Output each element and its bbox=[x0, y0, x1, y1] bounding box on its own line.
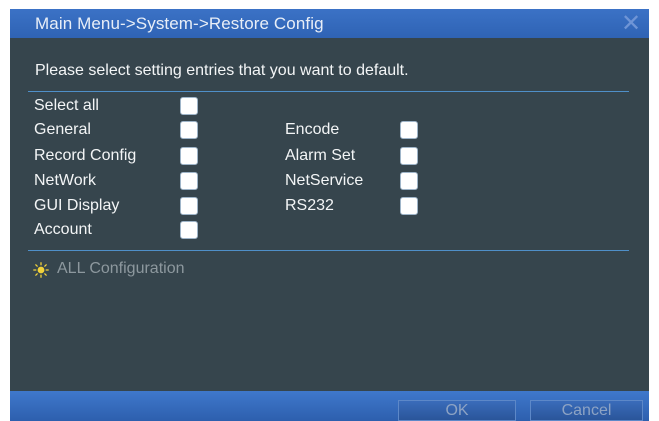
checkbox-encode[interactable] bbox=[400, 121, 418, 139]
lightbulb-icon bbox=[33, 262, 49, 278]
button-bar: OK Cancel bbox=[10, 391, 649, 421]
all-configuration-label[interactable]: ALL Configuration bbox=[57, 260, 185, 278]
checkbox-select-all[interactable] bbox=[180, 97, 198, 115]
bottom-divider bbox=[28, 250, 629, 251]
option-label-alarm-set: Alarm Set bbox=[285, 147, 356, 164]
option-label-general: General bbox=[34, 121, 91, 138]
option-label-select-all: Select all bbox=[34, 97, 99, 114]
checkbox-alarm-set[interactable] bbox=[400, 147, 418, 165]
checkbox-network[interactable] bbox=[180, 172, 198, 190]
option-label-network: NetWork bbox=[34, 172, 96, 189]
close-icon[interactable]: ✕ bbox=[619, 11, 643, 35]
option-label-record-config: Record Config bbox=[34, 147, 137, 164]
restore-config-dialog: Main Menu->System->Restore Config ✕ Plea… bbox=[10, 9, 649, 421]
checkbox-rs232[interactable] bbox=[400, 197, 418, 215]
title-bar: Main Menu->System->Restore Config ✕ bbox=[10, 9, 649, 38]
checkbox-gui-display[interactable] bbox=[180, 197, 198, 215]
checkbox-record-config[interactable] bbox=[180, 147, 198, 165]
checkbox-general[interactable] bbox=[180, 121, 198, 139]
checkbox-netservice[interactable] bbox=[400, 172, 418, 190]
option-label-gui-display: GUI Display bbox=[34, 197, 120, 214]
option-label-encode: Encode bbox=[285, 121, 340, 138]
cancel-button[interactable]: Cancel bbox=[530, 400, 643, 421]
option-label-rs232: RS232 bbox=[285, 197, 334, 214]
instruction-text: Please select setting entries that you w… bbox=[35, 62, 409, 79]
checkbox-account[interactable] bbox=[180, 221, 198, 239]
option-label-account: Account bbox=[34, 221, 92, 238]
window-title: Main Menu->System->Restore Config bbox=[35, 14, 324, 33]
top-divider bbox=[28, 91, 629, 92]
option-label-netservice: NetService bbox=[285, 172, 364, 189]
ok-button[interactable]: OK bbox=[398, 400, 516, 421]
